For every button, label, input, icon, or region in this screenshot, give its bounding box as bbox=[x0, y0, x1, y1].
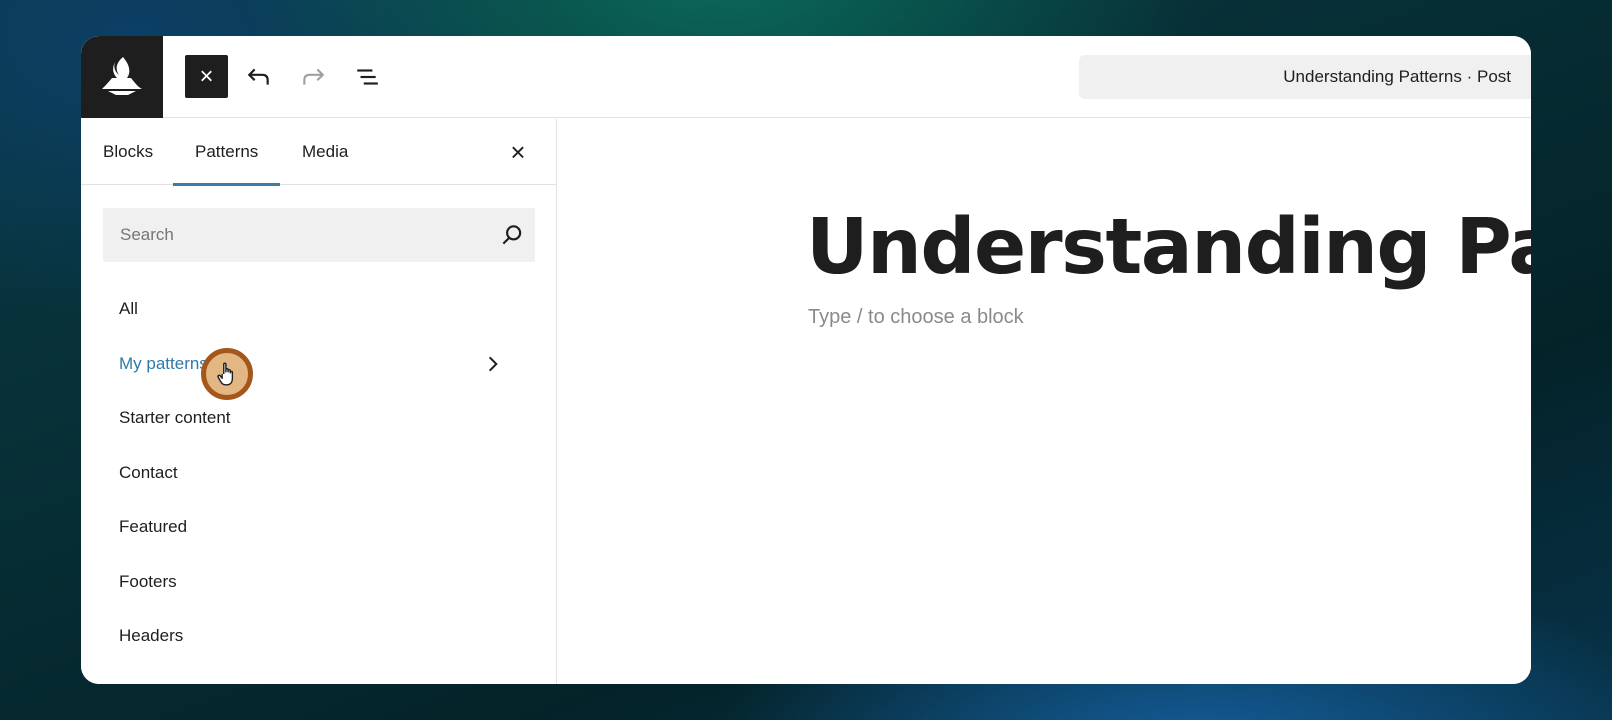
block-placeholder[interactable]: Type / to choose a block bbox=[808, 306, 1024, 329]
category-my-patterns[interactable]: My patterns bbox=[81, 337, 556, 392]
redo-button[interactable] bbox=[293, 57, 333, 97]
tab-blocks[interactable]: Blocks bbox=[103, 119, 153, 185]
mouse-cursor-highlight bbox=[201, 348, 253, 400]
post-title[interactable]: Understanding Patterns bbox=[806, 203, 1531, 292]
category-contact[interactable]: Contact bbox=[81, 446, 556, 501]
close-inserter-button[interactable]: × bbox=[185, 55, 228, 98]
pattern-category-list: All My patterns Starter content Contact … bbox=[81, 282, 556, 664]
category-footers[interactable]: Footers bbox=[81, 555, 556, 610]
close-icon: × bbox=[199, 62, 214, 90]
category-label: My patterns bbox=[119, 353, 208, 373]
tab-media[interactable]: Media bbox=[302, 119, 348, 185]
editor-toolbar: × Understanding Patterns · Post bbox=[81, 36, 1531, 118]
inserter-tabs: Blocks Patterns Media × bbox=[81, 119, 556, 186]
editor-canvas[interactable]: Understanding Patterns Type / to choose … bbox=[558, 119, 1531, 684]
search-input[interactable] bbox=[103, 208, 473, 262]
close-panel-button[interactable]: × bbox=[503, 137, 533, 167]
category-headers[interactable]: Headers bbox=[81, 609, 556, 664]
hand-pointer-icon bbox=[217, 362, 234, 386]
block-inserter-panel: Blocks Patterns Media × All My patterns … bbox=[81, 119, 557, 684]
category-starter-content[interactable]: Starter content bbox=[81, 391, 556, 446]
editor-window: × Understanding Patterns · Post Blocks P… bbox=[81, 36, 1531, 684]
undo-icon bbox=[247, 68, 269, 85]
site-logo-icon[interactable] bbox=[81, 36, 163, 118]
document-title-bar[interactable]: Understanding Patterns · Post bbox=[1079, 55, 1531, 99]
undo-button[interactable] bbox=[239, 57, 279, 97]
search-icon[interactable] bbox=[499, 222, 525, 248]
category-featured[interactable]: Featured bbox=[81, 500, 556, 555]
redo-icon bbox=[303, 68, 325, 85]
close-icon: × bbox=[510, 137, 526, 167]
category-all[interactable]: All bbox=[81, 282, 556, 337]
document-title: Understanding Patterns · Post bbox=[1283, 67, 1511, 86]
chevron-right-icon bbox=[488, 356, 498, 371]
list-view-button[interactable] bbox=[347, 57, 387, 97]
list-view-icon bbox=[357, 69, 378, 85]
pattern-search bbox=[103, 208, 535, 262]
tab-patterns[interactable]: Patterns bbox=[173, 119, 281, 186]
